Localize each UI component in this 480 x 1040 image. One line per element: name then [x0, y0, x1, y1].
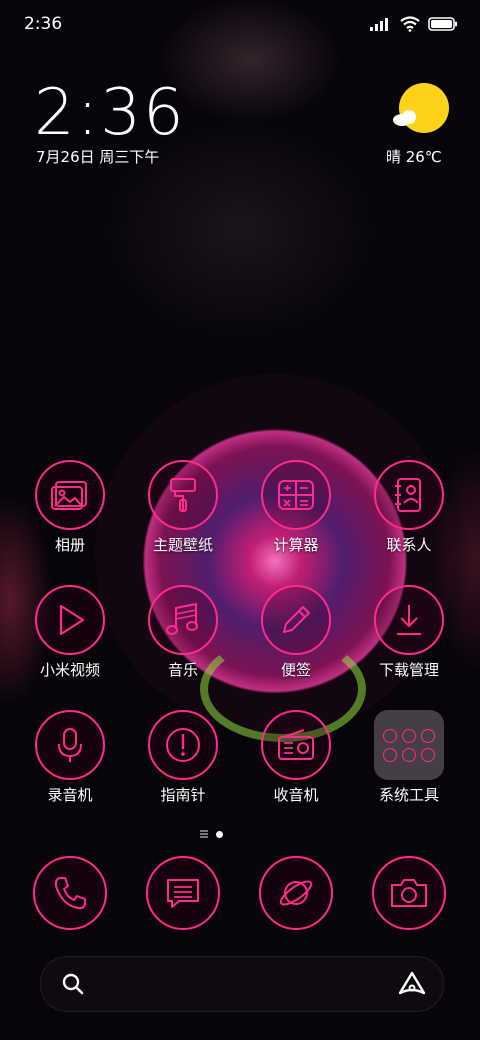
dock-messages-button[interactable]: [146, 856, 220, 930]
signal-icon: [370, 18, 388, 31]
page-list-icon: [200, 830, 208, 838]
app-label: 便签: [280, 661, 311, 679]
calculator-icon: [278, 480, 314, 510]
app-label: 音乐: [167, 661, 198, 679]
page-indicator[interactable]: [200, 830, 223, 838]
download-icon: [397, 605, 421, 635]
phone-icon: [54, 877, 86, 910]
microphone-icon: [58, 728, 82, 762]
app-label: 指南针: [160, 786, 206, 804]
app-label: 主题壁纸: [152, 536, 213, 554]
battery-icon: [428, 17, 457, 31]
app-compass[interactable]: 指南针: [127, 710, 239, 805]
page-dot-active: [216, 830, 223, 838]
theme-brush-icon: [170, 478, 196, 512]
clock-widget-time[interactable]: 2:36: [34, 76, 186, 150]
app-label: 相册: [54, 536, 85, 554]
app-gallery[interactable]: 相册: [14, 460, 126, 555]
gallery-icon: [51, 481, 87, 510]
search-bar[interactable]: [40, 956, 444, 1012]
status-time: 2:36: [24, 14, 63, 34]
music-note-icon: [166, 602, 198, 635]
app-contacts[interactable]: 联系人: [353, 460, 465, 555]
app-calculator[interactable]: 计算器: [240, 460, 352, 555]
dock-camera-button[interactable]: [372, 856, 446, 930]
app-label: 下载管理: [378, 661, 439, 679]
app-radio[interactable]: 收音机: [240, 710, 352, 805]
app-downloads[interactable]: 下载管理: [353, 585, 465, 680]
dock-browser-button[interactable]: [259, 856, 333, 930]
app-label: 联系人: [386, 536, 432, 554]
folder-icon: [374, 710, 444, 780]
app-music[interactable]: 音乐: [127, 585, 239, 680]
search-icon[interactable]: [61, 972, 85, 996]
contacts-icon: [395, 478, 421, 512]
message-icon: [167, 879, 199, 908]
notes-pencil-icon: [283, 606, 310, 633]
app-themes[interactable]: 主题壁纸: [127, 460, 239, 555]
app-label: 计算器: [273, 536, 319, 554]
dock-phone-button[interactable]: [33, 856, 107, 930]
clock-widget-date: 7月26日 周三下午: [36, 148, 160, 166]
app-recorder[interactable]: 录音机: [14, 710, 126, 805]
browser-planet-icon: [279, 880, 313, 906]
weather-text: 晴 26℃: [386, 148, 442, 166]
status-bar: 2:36: [0, 0, 480, 48]
app-notes[interactable]: 便签: [240, 585, 352, 680]
compass-icon: [166, 728, 200, 762]
app-label: 系统工具: [378, 786, 439, 804]
app-label: 小米视频: [39, 661, 100, 679]
radio-icon: [278, 729, 314, 760]
wifi-icon: [400, 16, 420, 32]
camera-icon: [391, 879, 427, 907]
video-play-icon: [59, 604, 85, 636]
app-label: 收音机: [273, 786, 319, 804]
sunny-cloud-icon[interactable]: [390, 80, 450, 140]
app-folder-system-tools[interactable]: 系统工具: [353, 710, 465, 805]
app-label: 录音机: [47, 786, 93, 804]
assistant-icon[interactable]: [397, 970, 427, 998]
app-mi-video[interactable]: 小米视频: [14, 585, 126, 680]
